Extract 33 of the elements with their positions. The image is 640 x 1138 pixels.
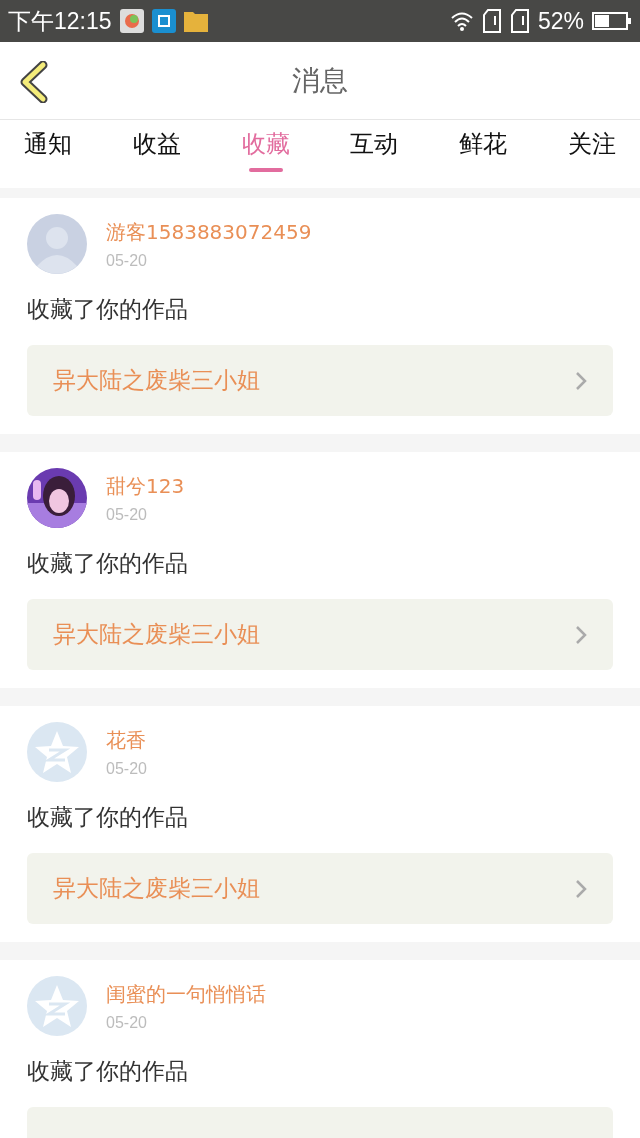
user-name: 花香 [106, 726, 147, 754]
sim-card-icon [509, 9, 530, 33]
message-date: 05-20 [106, 1013, 148, 1032]
star-avatar-icon [27, 722, 87, 782]
wifi-icon [449, 11, 474, 31]
chevron-right-icon [575, 878, 587, 899]
star-avatar-icon [27, 976, 87, 1036]
message-date: 05-20 [106, 759, 147, 778]
page-title: 消息 [292, 62, 348, 99]
chevron-right-icon [575, 370, 587, 391]
status-time: 下午12:15 [8, 6, 112, 36]
app-icon [119, 9, 144, 33]
tab[interactable]: 鲜花 [459, 120, 508, 188]
tab[interactable]: 互动 [350, 120, 399, 188]
message-text: 收藏了你的作品 [27, 549, 189, 578]
chevron-right-icon [575, 624, 587, 645]
tab[interactable]: 收益 [132, 120, 181, 188]
user-name: 甜兮123 [106, 472, 185, 500]
message-date: 05-20 [106, 251, 148, 270]
message-text: 收藏了你的作品 [27, 1057, 189, 1086]
user-name: 游客1583883072459 [106, 218, 312, 246]
battery-percent: 52% [537, 7, 584, 35]
user-name: 闺蜜的一句悄悄话 [106, 980, 266, 1008]
avatar-icon [27, 214, 87, 274]
message-date: 05-20 [106, 505, 148, 524]
tab[interactable]: 通知 [24, 120, 72, 188]
message-text: 收藏了你的作品 [27, 803, 189, 832]
battery-icon [592, 11, 632, 31]
message-text: 收藏了你的作品 [27, 295, 189, 324]
sim-card-icon [481, 9, 502, 33]
folder-icon [183, 10, 208, 32]
scan-icon [151, 9, 176, 33]
tab[interactable]: 关注 [568, 120, 616, 188]
